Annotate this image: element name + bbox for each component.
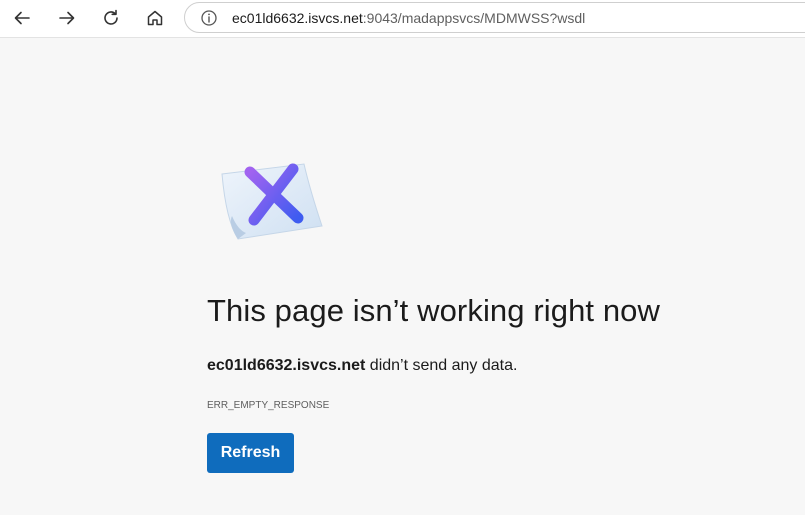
back-arrow-icon (14, 11, 30, 25)
forward-button[interactable] (52, 4, 82, 32)
info-icon[interactable] (200, 9, 218, 27)
url-path: :9043/madappsvcs/MDMWSS?wsdl (362, 10, 586, 26)
refresh-button[interactable]: Refresh (207, 433, 294, 473)
browser-toolbar: ec01ld6632.isvcs.net:9043/madappsvcs/MDM… (0, 0, 805, 38)
page-title: This page isn’t working right now (207, 293, 661, 328)
error-code: ERR_EMPTY_RESPONSE (207, 400, 330, 411)
url-host: ec01ld6632.isvcs.net (232, 10, 363, 26)
forward-arrow-icon (59, 11, 75, 25)
back-button[interactable] (7, 4, 37, 32)
home-icon (147, 10, 163, 26)
reload-icon (104, 9, 118, 25)
error-message-suffix: didn’t send any data. (365, 357, 518, 374)
address-bar[interactable]: ec01ld6632.isvcs.net:9043/madappsvcs/MDM… (184, 2, 805, 33)
home-button[interactable] (140, 4, 170, 32)
url-text[interactable]: ec01ld6632.isvcs.net:9043/madappsvcs/MDM… (232, 10, 585, 26)
error-message: ec01ld6632.isvcs.net didn’t send any dat… (207, 357, 517, 375)
reload-button[interactable] (96, 4, 126, 32)
error-host: ec01ld6632.isvcs.net (207, 357, 366, 374)
broken-page-x-icon (221, 163, 323, 240)
